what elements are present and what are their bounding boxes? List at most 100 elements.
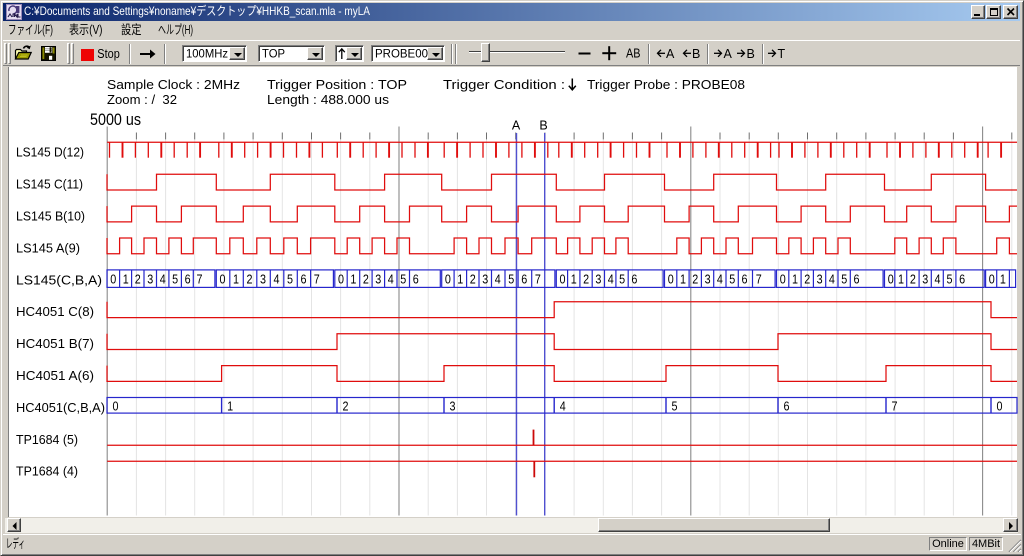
svg-text:B: B	[692, 47, 700, 61]
svg-text:HC4051 C(8): HC4051 C(8)	[16, 304, 94, 319]
svg-text:Sample Clock : 2MHz: Sample Clock : 2MHz	[107, 77, 240, 92]
svg-text:TOP: TOP	[262, 47, 285, 61]
svg-text:1: 1	[233, 271, 239, 286]
svg-text:LS145(C,B,A): LS145(C,B,A)	[16, 272, 102, 287]
svg-text:B: B	[539, 119, 547, 133]
svg-text:5: 5	[729, 271, 735, 286]
svg-text:0: 0	[780, 271, 786, 286]
svg-text:6: 6	[631, 271, 637, 286]
svg-text:6: 6	[301, 271, 307, 286]
svg-text:0: 0	[668, 271, 674, 286]
svg-text:1: 1	[898, 271, 904, 286]
svg-text:7: 7	[535, 271, 541, 286]
svg-text:6: 6	[185, 271, 191, 286]
svg-text:4: 4	[608, 271, 614, 286]
svg-text:3: 3	[595, 271, 601, 286]
svg-text:5: 5	[947, 271, 953, 286]
svg-text:7: 7	[756, 271, 762, 286]
svg-text:0: 0	[560, 271, 566, 286]
svg-text:HC4051 B(7): HC4051 B(7)	[16, 336, 94, 351]
svg-text:4: 4	[717, 271, 723, 286]
svg-text:4: 4	[160, 271, 166, 286]
svg-text:1: 1	[792, 271, 798, 286]
svg-text:5000 us: 5000 us	[90, 110, 141, 129]
svg-text:表示(V): 表示(V)	[69, 23, 103, 37]
svg-text:LS145 D(12): LS145 D(12)	[16, 145, 84, 160]
svg-text:2: 2	[470, 271, 476, 286]
svg-text:ヘルプ(H): ヘルプ(H)	[158, 23, 193, 37]
svg-text:A: A	[724, 47, 733, 61]
svg-text:100MHz: 100MHz	[186, 47, 228, 61]
svg-text:5: 5	[619, 271, 625, 286]
svg-text:2: 2	[583, 271, 589, 286]
svg-text:0: 0	[110, 271, 116, 286]
svg-text:0: 0	[445, 271, 451, 286]
svg-text:0: 0	[997, 399, 1003, 414]
svg-text:B: B	[747, 47, 755, 61]
svg-text:Trigger Position : TOP: Trigger Position : TOP	[267, 77, 407, 92]
svg-text:A: A	[666, 47, 675, 61]
svg-text:レディ: レディ	[6, 536, 25, 551]
svg-text:2: 2	[804, 271, 810, 286]
svg-text:3: 3	[817, 271, 823, 286]
svg-text:Length : 488.000 us: Length : 488.000 us	[267, 92, 390, 107]
svg-text:TP1684 (4): TP1684 (4)	[16, 464, 78, 479]
svg-text:4: 4	[935, 271, 941, 286]
svg-text:6: 6	[854, 271, 860, 286]
svg-text:C:¥Documents and Settings¥nona: C:¥Documents and Settings¥noname¥デスクトップ¥…	[24, 3, 370, 18]
svg-text:5: 5	[508, 271, 514, 286]
svg-text:3: 3	[705, 271, 711, 286]
svg-text:4: 4	[274, 271, 280, 286]
svg-text:6: 6	[521, 271, 527, 286]
svg-text:5: 5	[172, 271, 178, 286]
svg-text:TP1684 (5): TP1684 (5)	[16, 432, 78, 447]
svg-text:2: 2	[363, 271, 369, 286]
svg-text:AB: AB	[626, 46, 641, 61]
svg-text:4: 4	[388, 271, 394, 286]
svg-text:0: 0	[989, 271, 995, 286]
svg-text:7: 7	[892, 399, 898, 414]
svg-text:1: 1	[457, 271, 463, 286]
svg-text:5: 5	[287, 271, 293, 286]
svg-text:3: 3	[147, 271, 153, 286]
svg-text:HC4051 A(6): HC4051 A(6)	[16, 368, 94, 383]
svg-text:2: 2	[910, 271, 916, 286]
svg-text:Trigger Probe : PROBE08: Trigger Probe : PROBE08	[587, 77, 745, 92]
svg-text:2: 2	[343, 399, 349, 414]
svg-text:3: 3	[922, 271, 928, 286]
svg-text:Stop: Stop	[97, 46, 120, 61]
svg-text:4: 4	[560, 399, 566, 414]
svg-text:2: 2	[135, 271, 141, 286]
svg-text:2: 2	[692, 271, 698, 286]
svg-text:7: 7	[197, 271, 203, 286]
svg-text:5: 5	[841, 271, 847, 286]
svg-text:T: T	[778, 47, 786, 61]
svg-text:3: 3	[260, 271, 266, 286]
svg-text:1: 1	[1000, 271, 1006, 286]
svg-text:6: 6	[784, 399, 790, 414]
svg-text:6: 6	[959, 271, 965, 286]
svg-text:PROBE00: PROBE00	[375, 47, 428, 61]
svg-text:Trigger Condition :: Trigger Condition :	[443, 77, 565, 92]
svg-text:1: 1	[227, 399, 233, 414]
svg-text:1: 1	[680, 271, 686, 286]
svg-text:ファイル(F): ファイル(F)	[8, 23, 53, 37]
svg-text:1: 1	[123, 271, 129, 286]
svg-text:LS145 C(11): LS145 C(11)	[16, 177, 83, 192]
svg-text:1: 1	[571, 271, 577, 286]
svg-text:6: 6	[413, 271, 419, 286]
svg-text:0: 0	[338, 271, 344, 286]
svg-text:1: 1	[350, 271, 356, 286]
svg-text:0: 0	[220, 271, 226, 286]
svg-text:7: 7	[314, 271, 320, 286]
svg-text:0: 0	[113, 399, 119, 414]
svg-text:設定: 設定	[121, 22, 142, 37]
svg-text:3: 3	[375, 271, 381, 286]
svg-text:2: 2	[247, 271, 253, 286]
svg-text:4: 4	[495, 271, 501, 286]
svg-text:3: 3	[482, 271, 488, 286]
svg-text:A: A	[512, 119, 521, 133]
svg-text:3: 3	[450, 399, 456, 414]
svg-text:6: 6	[742, 271, 748, 286]
svg-text:LS145 A(9): LS145 A(9)	[16, 240, 80, 255]
